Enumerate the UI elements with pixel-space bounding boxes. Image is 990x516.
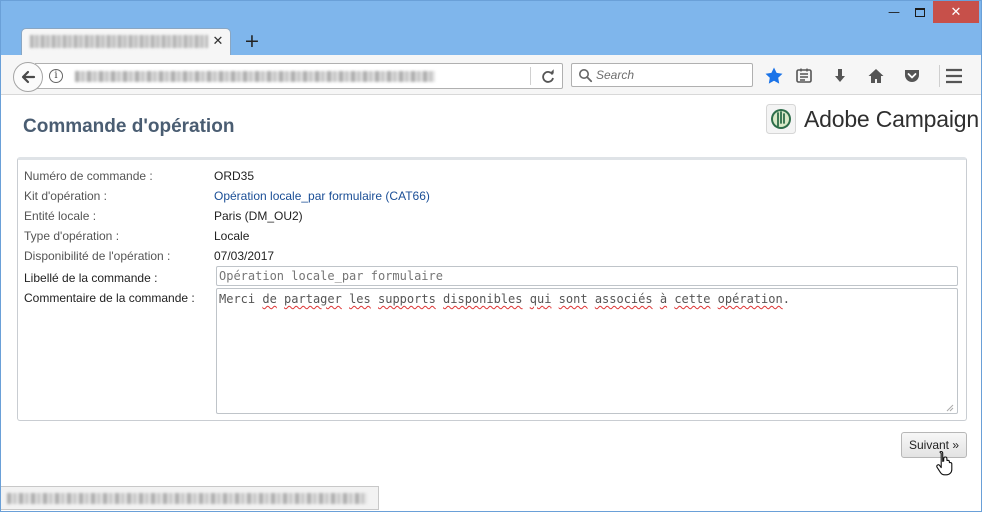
comment-word: de xyxy=(262,292,277,306)
search-bar[interactable] xyxy=(571,63,753,87)
order-label-input[interactable] xyxy=(216,266,958,286)
brand-name: Adobe Campaign xyxy=(804,105,979,132)
search-input[interactable] xyxy=(596,66,746,84)
comment-word: qui xyxy=(529,292,552,306)
adobe-campaign-icon xyxy=(766,104,796,134)
comment-word: partager xyxy=(284,292,342,306)
back-arrow-icon xyxy=(21,70,36,84)
browser-tab[interactable]: ✕ xyxy=(21,28,231,55)
status-url-blurred xyxy=(7,493,367,504)
order-form-panel: Numéro de commande : ORD35 Kit d'opérati… xyxy=(17,157,967,421)
comment-word: cette xyxy=(674,292,711,306)
minimize-icon: — xyxy=(888,5,900,19)
minimize-button[interactable]: — xyxy=(881,1,907,23)
availability-value: 07/03/2017 xyxy=(214,249,275,263)
order-comment-textarea[interactable]: Merci de partager les supports disponibl… xyxy=(216,288,958,414)
next-button[interactable]: Suivant » xyxy=(901,432,967,458)
order-number-value: ORD35 xyxy=(214,169,255,183)
browser-window: — ✕ ✕ + i Search Commande d'opération Ad… xyxy=(0,0,982,512)
home-icon[interactable] xyxy=(865,65,887,87)
navigation-bar: i xyxy=(1,55,981,95)
order-comment-label: Commentaire de la commande : xyxy=(24,291,195,305)
pocket-icon[interactable] xyxy=(901,65,923,87)
comment-word: Merci xyxy=(219,292,256,306)
local-entity-value: Paris (DM_OU2) xyxy=(214,209,303,223)
operation-kit-link[interactable]: Opération locale_par formulaire (CAT66) xyxy=(214,189,430,203)
page-title: Commande d'opération xyxy=(23,116,235,137)
close-window-button[interactable]: ✕ xyxy=(933,1,979,23)
hand-cursor-icon xyxy=(936,450,953,476)
operation-type-label: Type d'opération : xyxy=(24,229,120,243)
toolbar-divider xyxy=(939,65,940,87)
tab-title-blurred xyxy=(30,35,208,48)
reload-icon[interactable] xyxy=(538,67,558,87)
comment-word: opération xyxy=(717,292,783,306)
adobe-campaign-logo: Adobe Campaign xyxy=(766,104,979,134)
comment-word: associés xyxy=(594,292,653,306)
info-icon[interactable]: i xyxy=(49,69,63,83)
close-icon: ✕ xyxy=(950,4,962,20)
operation-type-value: Locale xyxy=(214,229,250,243)
order-number-label: Numéro de commande : xyxy=(24,169,153,183)
download-icon[interactable] xyxy=(829,65,851,87)
tab-close-button[interactable]: ✕ xyxy=(210,33,226,51)
bookmark-star-icon[interactable] xyxy=(763,65,785,87)
menu-icon[interactable] xyxy=(943,65,965,87)
maximize-icon xyxy=(915,7,925,17)
local-entity-label: Entité locale : xyxy=(24,209,97,223)
comment-word: les xyxy=(349,292,371,306)
order-label-label: Libellé de la commande : xyxy=(24,271,158,285)
reading-list-icon[interactable] xyxy=(793,65,815,87)
url-text-blurred xyxy=(75,71,435,82)
comment-word: supports xyxy=(378,292,436,306)
status-bar xyxy=(1,486,379,510)
availability-label: Disponibilité de l'opération : xyxy=(24,249,171,263)
url-bar[interactable]: i xyxy=(35,63,563,89)
search-icon xyxy=(579,69,593,83)
maximize-button[interactable] xyxy=(907,1,933,23)
operation-kit-label: Kit d'opération : xyxy=(24,189,108,203)
new-tab-button[interactable]: + xyxy=(241,30,263,52)
resize-grip-icon[interactable] xyxy=(944,402,954,412)
comment-word: sont xyxy=(558,292,588,306)
back-button[interactable] xyxy=(13,62,43,92)
page-content: Commande d'opération Adobe Campaign Numé… xyxy=(1,96,981,511)
comment-word: à xyxy=(659,292,668,306)
comment-word: disponibles xyxy=(443,292,523,306)
url-divider xyxy=(530,67,531,85)
